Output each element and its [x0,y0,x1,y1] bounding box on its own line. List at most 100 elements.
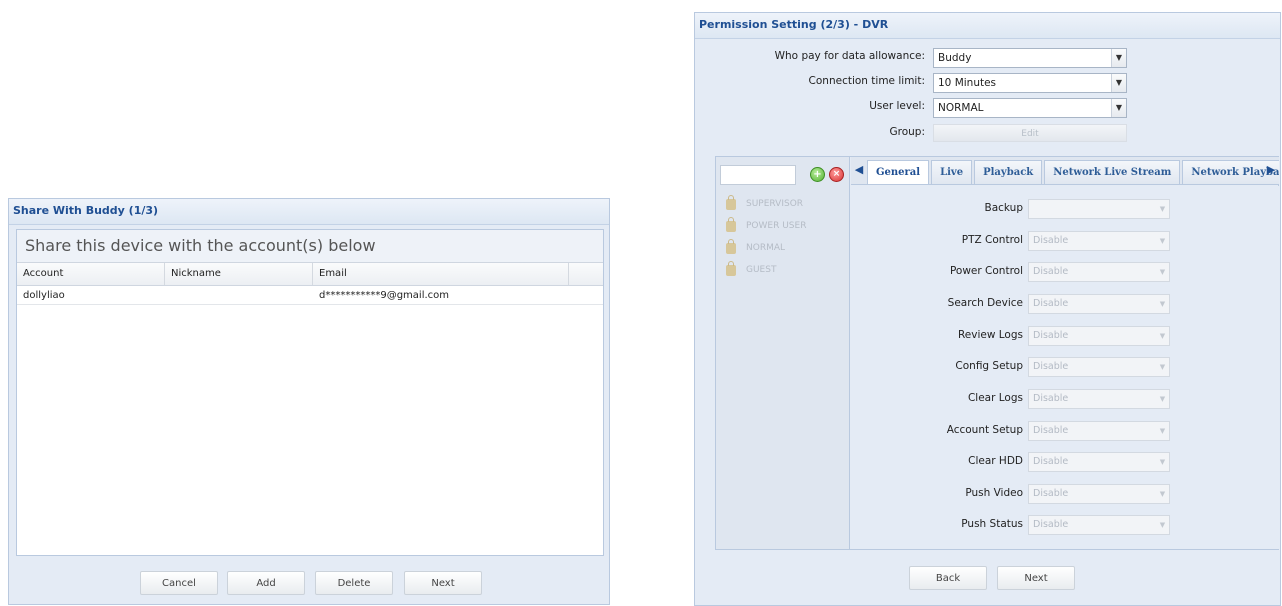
permission-row: Account Setup Disable ▼ [851,421,1279,441]
chevron-down-icon: ▼ [1159,395,1166,403]
permission-select[interactable]: Disable ▼ [1028,357,1170,377]
user-level-select[interactable]: NORMAL ▼ [933,98,1127,118]
dialog-title: Permission Setting (2/3) - DVR [695,13,1280,39]
list-item-label: POWER USER [746,221,807,231]
arrow-right-icon[interactable]: ▶ [1265,163,1277,176]
group-edit-button[interactable]: Edit [933,124,1127,142]
permission-label: Review Logs [957,329,1023,341]
permission-select[interactable]: Disable ▼ [1028,389,1170,409]
permission-value: Disable [1033,266,1069,277]
chevron-down-icon[interactable]: ▼ [1111,49,1126,67]
tab-live[interactable]: Live [931,160,973,184]
permission-select[interactable]: Disable ▼ [1028,294,1170,314]
permission-row: Clear HDD Disable ▼ [851,452,1279,472]
list-item[interactable]: NORMAL [720,237,840,259]
next-button[interactable]: Next [404,571,482,595]
share-heading: Share this device with the account(s) be… [17,230,603,262]
chevron-down-icon[interactable]: ▼ [1111,74,1126,92]
permission-value: Disable [1033,393,1069,404]
delete-circle-icon[interactable]: × [829,167,844,182]
list-item[interactable]: GUEST [720,259,840,281]
permission-value: Disable [1033,425,1069,436]
list-item-label: SUPERVISOR [746,199,804,209]
permission-label: Push Video [965,487,1023,499]
dialog-title: Share With Buddy (1/3) [9,199,609,225]
tab-bar: ◀ General Live Playback Network Live Str… [851,157,1279,185]
permission-value: Disable [1033,488,1069,499]
tab-general[interactable]: General [867,160,930,184]
permission-list: Backup ▼ PTZ Control Disable ▼ Power Contro… [851,186,1279,549]
time-limit-select[interactable]: 10 Minutes ▼ [933,73,1127,93]
permission-row: Power Control Disable ▼ [851,262,1279,282]
lock-icon [726,238,736,254]
permission-label: Clear HDD [968,455,1023,467]
chevron-down-icon: ▼ [1159,268,1166,276]
permission-row: Clear Logs Disable ▼ [851,389,1279,409]
chevron-down-icon: ▼ [1159,300,1166,308]
user-level-sidebar: + × SUPERVISOR POWER USER NORMAL GUEST [716,157,850,549]
permission-label: Config Setup [955,360,1023,372]
list-item-label: GUEST [746,265,777,275]
permission-select[interactable]: Disable ▼ [1028,326,1170,346]
permission-select[interactable]: Disable ▼ [1028,452,1170,472]
user-level-label: User level: [869,100,925,112]
back-button[interactable]: Back [909,566,987,590]
permission-label: Power Control [949,265,1023,277]
column-header-email[interactable]: Email [313,263,569,285]
permission-label: Backup [984,202,1024,214]
permission-select[interactable]: Disable ▼ [1028,515,1170,535]
add-button[interactable]: Add [227,571,305,595]
permission-row: PTZ Control Disable ▼ [851,231,1279,251]
permission-value: Disable [1033,361,1069,372]
chevron-down-icon: ▼ [1159,363,1166,371]
permission-setting-dialog: Permission Setting (2/3) - DVR Who pay f… [694,12,1281,606]
cell-extra [569,286,603,304]
chevron-down-icon: ▼ [1159,521,1166,529]
table-row[interactable]: dollyliao d***********9@gmail.com [17,286,603,305]
sidebar-input[interactable] [720,165,796,185]
cell-nickname [165,286,313,304]
user-level-row: User level: NORMAL ▼ [695,98,1282,118]
chevron-down-icon: ▼ [1159,458,1166,466]
data-allowance-row: Who pay for data allowance: Buddy ▼ [695,48,1282,68]
column-header-extra [569,263,603,285]
permission-row: Push Status Disable ▼ [851,515,1279,535]
cell-email: d***********9@gmail.com [319,290,450,301]
permission-row: Config Setup Disable ▼ [851,357,1279,377]
tab-playback[interactable]: Playback [974,160,1043,184]
permission-value: Disable [1033,330,1069,341]
arrow-left-icon[interactable]: ◀ [853,163,865,176]
tab-network-live-stream[interactable]: Network Live Stream [1044,160,1181,184]
permission-select[interactable]: Disable ▼ [1028,421,1170,441]
permission-row: Push Video Disable ▼ [851,484,1279,504]
permission-label: PTZ Control [961,234,1023,246]
chevron-down-icon: ▼ [1159,490,1166,498]
list-item-label: NORMAL [746,243,786,253]
list-item[interactable]: SUPERVISOR [720,193,840,215]
permission-row: Review Logs Disable ▼ [851,326,1279,346]
tab-list: General Live Playback Network Live Strea… [867,160,1279,184]
permission-select[interactable]: Disable ▼ [1028,262,1170,282]
cancel-button[interactable]: Cancel [140,571,218,595]
cell-account: dollyliao [23,290,65,301]
chevron-down-icon[interactable]: ▼ [1111,99,1126,117]
data-allowance-select[interactable]: Buddy ▼ [933,48,1127,68]
permission-value: Disable [1033,235,1069,246]
data-allowance-label: Who pay for data allowance: [774,50,925,62]
permission-select[interactable]: Disable ▼ [1028,231,1170,251]
add-circle-icon[interactable]: + [810,167,825,182]
time-limit-value: 10 Minutes [938,77,997,89]
permission-select[interactable]: ▼ [1028,199,1170,219]
permission-label: Account Setup [946,424,1023,436]
permission-select[interactable]: Disable ▼ [1028,484,1170,504]
column-header-account[interactable]: Account [17,263,165,285]
group-row: Group: Edit [695,124,1282,144]
chevron-down-icon: ▼ [1159,427,1166,435]
permission-value: Disable [1033,456,1069,467]
list-item[interactable]: POWER USER [720,215,840,237]
group-label: Group: [889,126,925,138]
chevron-down-icon: ▼ [1159,332,1166,340]
next-button[interactable]: Next [997,566,1075,590]
delete-button[interactable]: Delete [315,571,393,595]
column-header-nickname[interactable]: Nickname [165,263,313,285]
